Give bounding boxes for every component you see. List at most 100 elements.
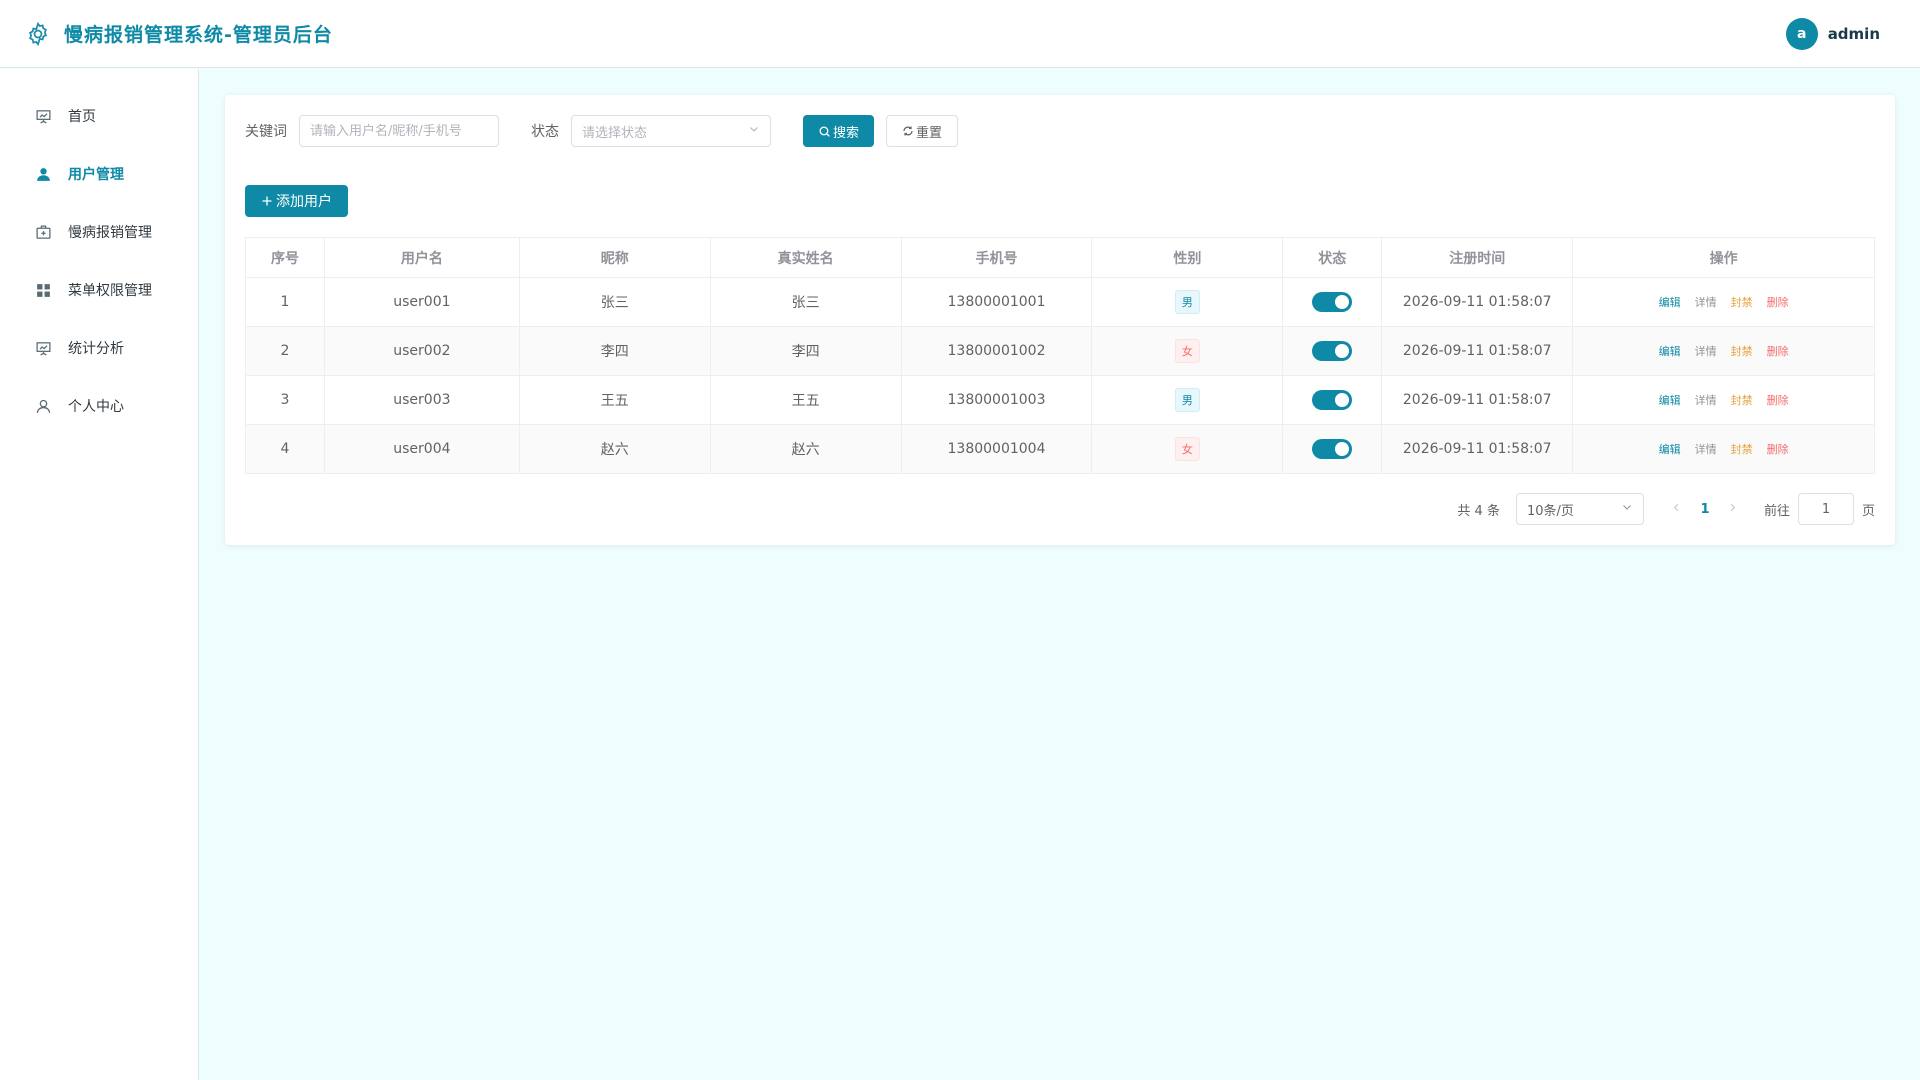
gear-icon xyxy=(24,20,52,48)
status-toggle[interactable] xyxy=(1312,439,1353,459)
table-header-row: 序号 用户名 昵称 真实姓名 手机号 性别 状态 注册时间 操作 xyxy=(245,237,1875,278)
detail-link[interactable]: 详情 xyxy=(1695,296,1717,309)
status-toggle[interactable] xyxy=(1312,292,1353,312)
plus-icon xyxy=(261,195,273,207)
gender-tag: 女 xyxy=(1174,339,1200,363)
pagination: 共 4 条 10条/页 1 前往 页 xyxy=(1457,493,1875,525)
next-page-button[interactable] xyxy=(1720,502,1746,517)
cell-realname: 赵六 xyxy=(709,424,902,474)
user-icon xyxy=(34,165,52,183)
cell-registered: 2026-09-11 01:58:07 xyxy=(1381,424,1574,474)
status-select[interactable]: 请选择状态 xyxy=(571,115,771,147)
main-card: 关键词 状态 请选择状态 搜索 重置 添加用户 xyxy=(225,95,1895,545)
sidebar-item-reimbursement[interactable]: 慢病报销管理 xyxy=(0,203,198,261)
gender-tag: 男 xyxy=(1174,290,1200,314)
sidebar: 首页 用户管理 慢病报销管理 菜单权限管理 统计分析 个人中心 xyxy=(0,69,199,1080)
chevron-left-icon xyxy=(1674,503,1679,511)
cell-nickname: 王五 xyxy=(518,375,711,425)
presentation-icon xyxy=(34,107,52,125)
sidebar-item-label: 个人中心 xyxy=(68,399,124,415)
cell-actions: 编辑 详情 封禁 删除 xyxy=(1572,375,1875,425)
search-icon xyxy=(818,125,831,138)
keyword-label: 关键词 xyxy=(245,124,287,140)
column-header: 昵称 xyxy=(518,237,711,278)
page-suffix: 页 xyxy=(1861,503,1875,519)
cell-nickname: 赵六 xyxy=(518,424,711,474)
cell-gender: 女 xyxy=(1091,326,1284,376)
detail-link[interactable]: 详情 xyxy=(1695,345,1717,358)
ban-link[interactable]: 封禁 xyxy=(1731,296,1753,309)
cell-registered: 2026-09-11 01:58:07 xyxy=(1381,277,1574,327)
total-count: 共 4 条 xyxy=(1457,503,1500,519)
gender-tag: 男 xyxy=(1174,388,1200,412)
first-aid-kit-icon xyxy=(34,223,52,241)
reset-button-label: 重置 xyxy=(916,125,943,141)
table-row: 2 user002 李四 李四 13800001002 女 2026-09-11… xyxy=(245,326,1875,376)
cell-gender: 男 xyxy=(1091,277,1284,327)
column-header: 性别 xyxy=(1091,237,1284,278)
cell-status xyxy=(1282,326,1383,376)
goto-page-input[interactable] xyxy=(1797,493,1854,525)
cell-nickname: 张三 xyxy=(518,277,711,327)
ban-link[interactable]: 封禁 xyxy=(1731,345,1753,358)
reset-button[interactable]: 重置 xyxy=(886,115,959,147)
cell-phone: 13800001003 xyxy=(900,375,1093,425)
app-title: 慢病报销管理系统-管理员后台 xyxy=(64,24,333,46)
ban-link[interactable]: 封禁 xyxy=(1731,394,1753,407)
delete-link[interactable]: 删除 xyxy=(1767,296,1789,309)
sidebar-item-label: 用户管理 xyxy=(68,167,124,183)
chart-board-icon xyxy=(34,339,52,357)
cell-phone: 13800001001 xyxy=(900,277,1093,327)
prev-page-button[interactable] xyxy=(1664,502,1690,517)
ban-link[interactable]: 封禁 xyxy=(1731,443,1753,456)
cell-actions: 编辑 详情 封禁 删除 xyxy=(1572,424,1875,474)
sidebar-item-label: 首页 xyxy=(68,109,96,125)
cell-phone: 13800001002 xyxy=(900,326,1093,376)
cell-phone: 13800001004 xyxy=(900,424,1093,474)
cell-index: 4 xyxy=(245,424,325,474)
sidebar-item-users[interactable]: 用户管理 xyxy=(0,145,198,203)
detail-link[interactable]: 详情 xyxy=(1695,394,1717,407)
status-toggle[interactable] xyxy=(1312,341,1353,361)
cell-gender: 男 xyxy=(1091,375,1284,425)
keyword-input[interactable] xyxy=(299,115,499,147)
status-toggle[interactable] xyxy=(1312,390,1353,410)
page-number-current[interactable]: 1 xyxy=(1690,502,1720,517)
status-select-placeholder: 请选择状态 xyxy=(582,125,648,141)
edit-link[interactable]: 编辑 xyxy=(1659,394,1681,407)
edit-link[interactable]: 编辑 xyxy=(1659,345,1681,358)
add-user-label: 添加用户 xyxy=(276,194,332,210)
add-user-button[interactable]: 添加用户 xyxy=(245,185,348,217)
user-table: 序号 用户名 昵称 真实姓名 手机号 性别 状态 注册时间 操作 1 user0… xyxy=(245,237,1875,474)
sidebar-item-label: 慢病报销管理 xyxy=(68,225,152,241)
column-header: 操作 xyxy=(1572,237,1875,278)
user-menu[interactable]: a admin xyxy=(1785,18,1880,50)
cell-actions: 编辑 详情 封禁 删除 xyxy=(1572,277,1875,327)
sidebar-item-permissions[interactable]: 菜单权限管理 xyxy=(0,261,198,319)
delete-link[interactable]: 删除 xyxy=(1767,443,1789,456)
table-row: 1 user001 张三 张三 13800001001 男 2026-09-11… xyxy=(245,277,1875,327)
edit-link[interactable]: 编辑 xyxy=(1659,296,1681,309)
goto-label: 前往 xyxy=(1763,503,1790,519)
delete-link[interactable]: 删除 xyxy=(1767,394,1789,407)
page-size-select[interactable]: 10条/页 xyxy=(1515,493,1644,525)
username[interactable]: admin xyxy=(1828,25,1880,43)
table-row: 4 user004 赵六 赵六 13800001004 女 2026-09-11… xyxy=(245,424,1875,474)
chevron-right-icon xyxy=(1731,503,1736,511)
cell-gender: 女 xyxy=(1091,424,1284,474)
sidebar-item-statistics[interactable]: 统计分析 xyxy=(0,319,198,377)
edit-link[interactable]: 编辑 xyxy=(1659,443,1681,456)
delete-link[interactable]: 删除 xyxy=(1767,345,1789,358)
cell-username: user003 xyxy=(323,375,520,425)
sidebar-item-home[interactable]: 首页 xyxy=(0,87,198,145)
column-header: 手机号 xyxy=(900,237,1093,278)
detail-link[interactable]: 详情 xyxy=(1695,443,1717,456)
search-button[interactable]: 搜索 xyxy=(803,115,875,147)
cell-status xyxy=(1282,277,1383,327)
gender-tag: 女 xyxy=(1174,437,1200,461)
avatar[interactable]: a xyxy=(1785,18,1818,50)
column-header: 序号 xyxy=(245,237,325,278)
grid-icon xyxy=(34,281,52,299)
refresh-icon xyxy=(902,125,914,137)
sidebar-item-profile[interactable]: 个人中心 xyxy=(0,377,198,435)
